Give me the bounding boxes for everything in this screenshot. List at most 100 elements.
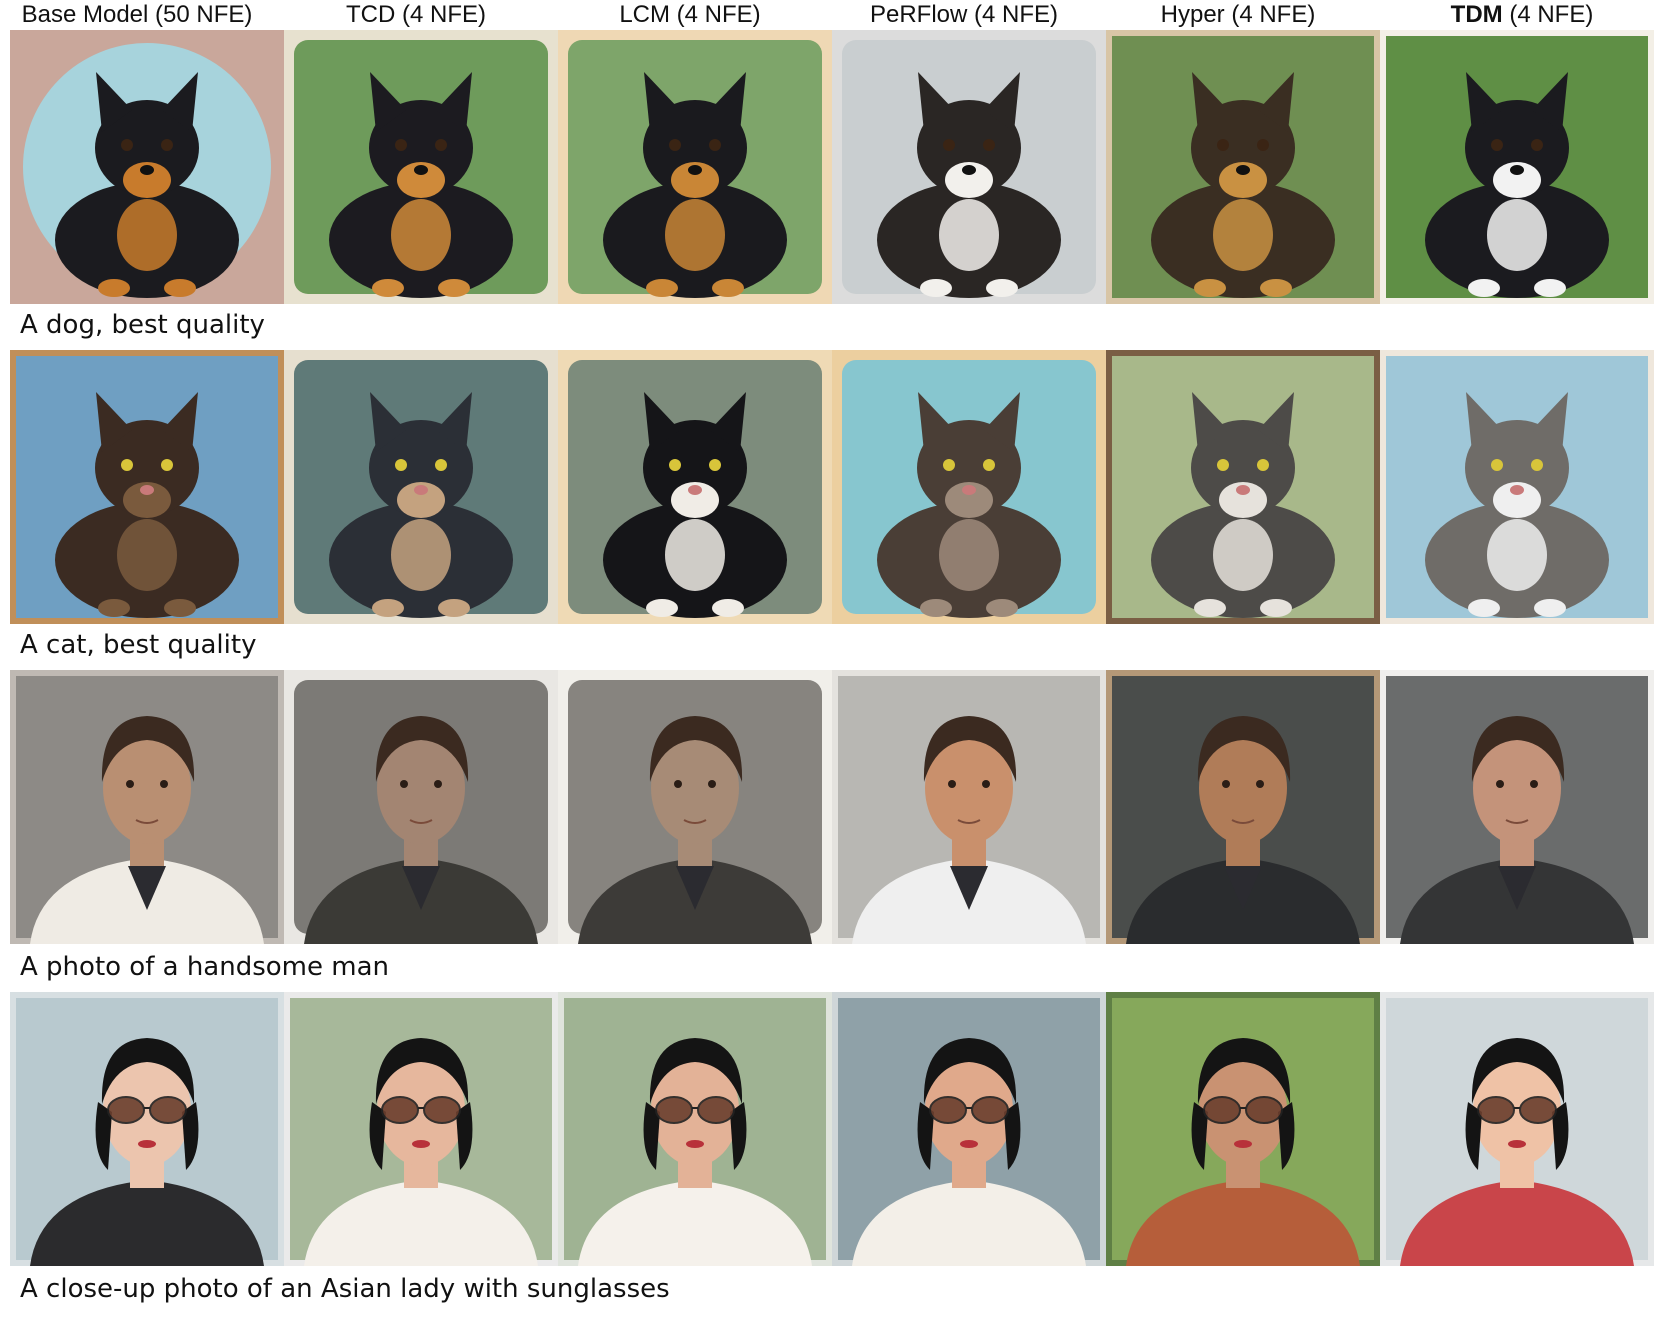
lady-lips [686, 1140, 704, 1148]
man-image [1380, 670, 1654, 944]
cat-image [284, 350, 558, 624]
cat-eye-right [435, 459, 447, 471]
column-header-label: Base Model (50 NFE) [21, 1, 253, 28]
cat-image [832, 350, 1106, 624]
dog-paw-left [98, 279, 130, 297]
dog-paw-right [1260, 279, 1292, 297]
cat-image [1106, 350, 1380, 624]
dog-eye-left [121, 139, 133, 151]
column-header-hyper: Hyper (4 NFE) [1101, 0, 1375, 30]
cat-image [1380, 350, 1654, 624]
man-image [284, 670, 558, 944]
dog-image [10, 30, 284, 304]
dog-chest [117, 199, 177, 271]
man-eye-right [708, 780, 716, 788]
cat-image-tile [1380, 350, 1654, 624]
dog-paw-left [1194, 279, 1226, 297]
sunglasses-lens-left [655, 1096, 693, 1124]
cat-nose [140, 485, 154, 495]
cat-nose [1510, 485, 1524, 495]
cat-paw-right [712, 599, 744, 617]
cat-chest [939, 519, 999, 591]
dog-eye-right [435, 139, 447, 151]
cat-paw-left [1468, 599, 1500, 617]
man-image-tile [1380, 670, 1654, 944]
cat-paw-right [986, 599, 1018, 617]
dog-image-tile [832, 30, 1106, 304]
dog-eye-left [395, 139, 407, 151]
dog-paw-right [986, 279, 1018, 297]
lady-image [558, 992, 832, 1266]
lady-lips [1234, 1140, 1252, 1148]
cat-eye-left [121, 459, 133, 471]
man-image [1106, 670, 1380, 944]
sunglasses-lens-left [1203, 1096, 1241, 1124]
man-image [10, 670, 284, 944]
dog-eye-right [709, 139, 721, 151]
dog-paw-left [920, 279, 952, 297]
lady-image-tile [284, 992, 558, 1266]
cat-paw-left [920, 599, 952, 617]
cat-eye-right [1257, 459, 1269, 471]
sunglasses-lens-left [929, 1096, 967, 1124]
dog-eye-right [1257, 139, 1269, 151]
column-header-tdm: TDM (4 NFE) [1385, 0, 1659, 30]
cat-eye-right [1531, 459, 1543, 471]
cat-eye-right [161, 459, 173, 471]
cat-paw-left [646, 599, 678, 617]
row-caption: A cat, best quality [20, 630, 257, 660]
cat-chest [665, 519, 725, 591]
dog-image-tile [1380, 30, 1654, 304]
column-header-perflow: PeRFlow (4 NFE) [827, 0, 1101, 30]
man-eye-left [400, 780, 408, 788]
man-eye-left [1222, 780, 1230, 788]
column-header-bold-label: TDM [1450, 1, 1503, 28]
lady-image-tile [832, 992, 1106, 1266]
cat-eye-right [709, 459, 721, 471]
dog-nose [1510, 165, 1524, 175]
dog-image-tile [1106, 30, 1380, 304]
column-header-label: TCD (4 NFE) [346, 1, 486, 28]
man-eye-left [674, 780, 682, 788]
sunglasses-lens-left [381, 1096, 419, 1124]
man-eye-right [160, 780, 168, 788]
lady-lips [412, 1140, 430, 1148]
cat-paw-left [98, 599, 130, 617]
lady-lips [960, 1140, 978, 1148]
lady-image [1106, 992, 1380, 1266]
dog-nose [962, 165, 976, 175]
cat-nose [1236, 485, 1250, 495]
man-eye-right [434, 780, 442, 788]
lady-image-tile [558, 992, 832, 1266]
column-header-label: PeRFlow (4 NFE) [869, 1, 1059, 28]
dog-image [558, 30, 832, 304]
dog-nose [140, 165, 154, 175]
man-eye-right [1530, 780, 1538, 788]
row-caption: A photo of a handsome man [20, 952, 390, 982]
lady-image-tile [1106, 992, 1380, 1266]
cat-nose [962, 485, 976, 495]
column-header-tcd: TCD (4 NFE) [279, 0, 553, 30]
man-image-tile [558, 670, 832, 944]
cat-paw-right [1260, 599, 1292, 617]
cat-chest [1487, 519, 1547, 591]
dog-eye-left [669, 139, 681, 151]
cat-eye-left [395, 459, 407, 471]
cat-chest [1213, 519, 1273, 591]
cat-paw-right [1534, 599, 1566, 617]
dog-image-tile [284, 30, 558, 304]
cat-chest [391, 519, 451, 591]
man-image-tile [284, 670, 558, 944]
dog-paw-right [1534, 279, 1566, 297]
dog-chest [1213, 199, 1273, 271]
man-image [558, 670, 832, 944]
cat-eye-left [669, 459, 681, 471]
man-eye-right [1256, 780, 1264, 788]
lady-image [284, 992, 558, 1266]
cat-image-tile [558, 350, 832, 624]
lady-image [1380, 992, 1654, 1266]
man-eye-right [982, 780, 990, 788]
dog-eye-right [1531, 139, 1543, 151]
dog-paw-right [438, 279, 470, 297]
man-eye-left [126, 780, 134, 788]
